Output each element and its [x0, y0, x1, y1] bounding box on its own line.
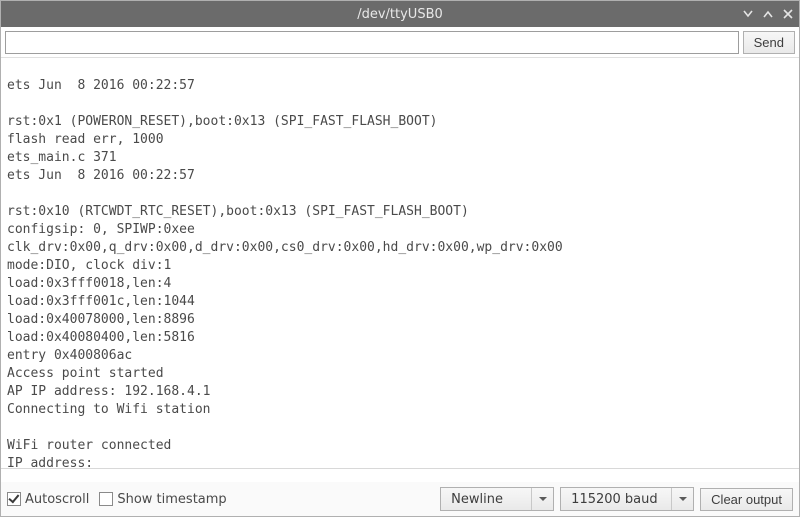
chevron-down-icon: [671, 488, 693, 510]
autoscroll-checkbox[interactable]: Autoscroll: [7, 492, 89, 507]
serial-output: ets Jun 8 2016 00:22:57 rst:0x1 (POWERON…: [1, 71, 799, 469]
maximize-icon[interactable]: [763, 9, 773, 19]
serial-monitor-window: /dev/ttyUSB0 Send ets Jun 8 2016 00:22:5…: [0, 0, 800, 517]
send-row: Send: [1, 27, 799, 58]
baud-rate-select[interactable]: 115200 baud: [560, 487, 694, 511]
bottom-bar: Autoscroll Show timestamp Newline 115200…: [1, 482, 799, 516]
baud-rate-value: 115200 baud: [561, 488, 671, 510]
chevron-down-icon: [531, 488, 553, 510]
autoscroll-label: Autoscroll: [25, 492, 89, 507]
clear-output-button[interactable]: Clear output: [700, 488, 793, 511]
show-timestamp-checkbox[interactable]: Show timestamp: [99, 492, 226, 507]
checkbox-icon: [99, 492, 113, 506]
line-ending-value: Newline: [441, 488, 531, 510]
window-title: /dev/ttyUSB0: [1, 7, 799, 22]
show-timestamp-label: Show timestamp: [117, 492, 226, 507]
window-controls: [743, 1, 793, 27]
line-ending-select[interactable]: Newline: [440, 487, 554, 511]
close-icon[interactable]: [783, 9, 793, 19]
send-button[interactable]: Send: [743, 31, 795, 54]
checkbox-icon: [7, 492, 21, 506]
serial-input[interactable]: [5, 31, 739, 54]
titlebar: /dev/ttyUSB0: [1, 1, 799, 27]
minimize-icon[interactable]: [743, 9, 753, 19]
